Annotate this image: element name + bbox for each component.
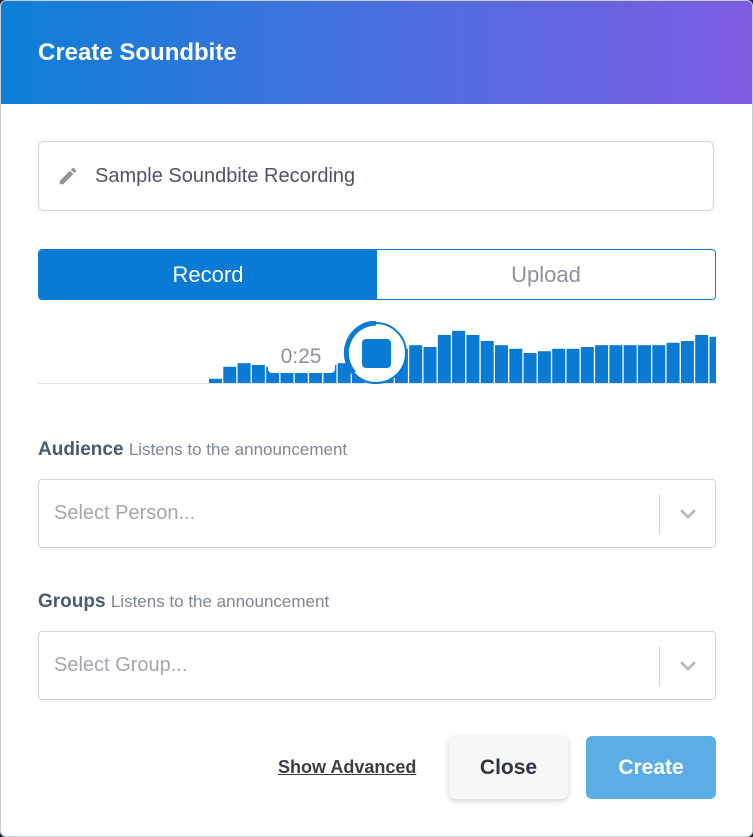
upload-tab[interactable]: Upload <box>377 250 715 299</box>
waveform-bar <box>452 330 466 383</box>
waveform-bar <box>409 345 423 383</box>
create-soundbite-modal: Create Soundbite Record Upload 0:25 <box>0 0 753 837</box>
audience-placeholder: Select Person... <box>54 502 196 524</box>
elapsed-time: 0:25 <box>281 345 322 368</box>
chevron-down-icon[interactable] <box>660 660 715 672</box>
waveform: 0:25 <box>38 320 752 385</box>
waveform-bar <box>580 347 594 383</box>
elapsed-time-tag: 0:25 <box>268 335 335 373</box>
waveform-bar <box>523 353 537 383</box>
waveform-bar <box>652 345 666 383</box>
waveform-bar <box>638 345 651 383</box>
waveform-bar <box>237 363 251 383</box>
stop-icon <box>362 339 391 368</box>
waveform-bar <box>552 348 566 383</box>
modal-header: Create Soundbite <box>1 1 752 104</box>
audience-label: Audience Listens to the announcement <box>38 439 347 461</box>
groups-label-text: Groups <box>38 591 106 612</box>
waveform-bar <box>666 342 680 383</box>
waveform-bar <box>509 348 523 383</box>
show-advanced-link[interactable]: Show Advanced <box>278 757 416 778</box>
waveform-bar <box>223 366 237 383</box>
waveform-bar <box>709 336 723 383</box>
waveform-bar <box>566 348 580 383</box>
waveform-bar <box>437 335 451 383</box>
waveform-bar <box>537 351 551 383</box>
waveform-bar <box>466 335 480 383</box>
groups-placeholder: Select Group... <box>54 654 188 676</box>
waveform-bar <box>595 345 609 383</box>
record-tab[interactable]: Record <box>39 250 377 299</box>
pencil-icon <box>56 164 80 188</box>
waveform-svg: 0:25 <box>38 320 752 384</box>
waveform-bar <box>495 345 508 383</box>
waveform-bar <box>695 335 709 383</box>
mode-toggle: Record Upload <box>38 249 716 300</box>
groups-label: Groups Listens to the announcement <box>38 591 329 613</box>
groups-hint: Listens to the announcement <box>110 592 330 611</box>
waveform-bar <box>623 345 637 383</box>
waveform-bar <box>251 365 265 383</box>
chevron-down-icon[interactable] <box>660 508 715 520</box>
audience-select[interactable]: Select Person... <box>38 479 716 548</box>
waveform-bar <box>209 378 222 383</box>
waveform-bar <box>680 341 694 383</box>
close-button[interactable]: Close <box>449 736 568 799</box>
stop-record-button[interactable] <box>343 320 407 384</box>
groups-select[interactable]: Select Group... <box>38 631 716 700</box>
waveform-bar <box>480 341 494 383</box>
audience-label-text: Audience <box>38 439 124 460</box>
audience-hint: Listens to the announcement <box>128 440 348 459</box>
soundbite-name-field[interactable] <box>38 141 714 211</box>
waveform-bar <box>609 345 623 383</box>
soundbite-name-input[interactable] <box>95 164 713 188</box>
modal-title: Create Soundbite <box>38 38 237 66</box>
create-button[interactable]: Create <box>586 736 716 799</box>
waveform-bar <box>423 347 437 383</box>
